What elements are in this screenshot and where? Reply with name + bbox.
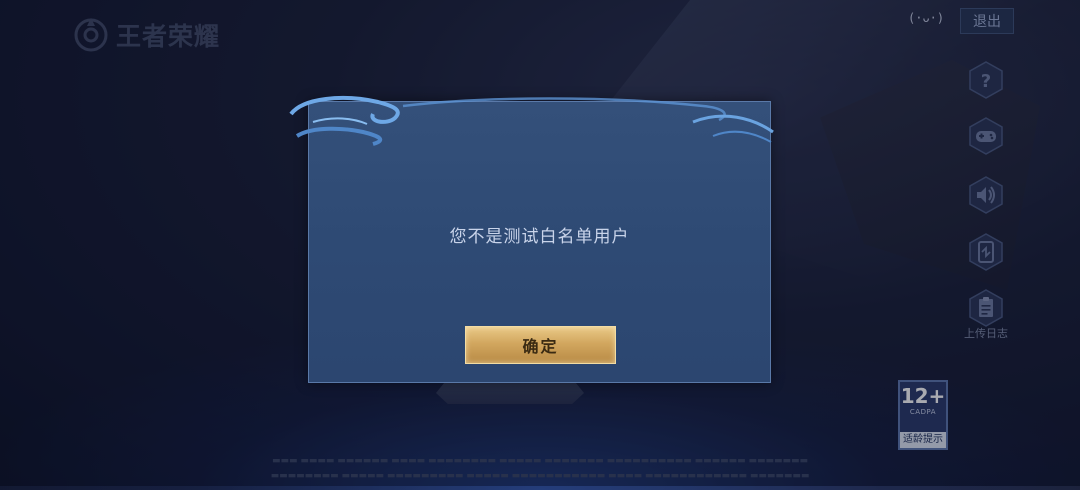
dialog-cloud-ornament-icon — [289, 96, 774, 146]
dialog-message: 您不是测试白名单用户 — [449, 227, 630, 247]
confirm-button[interactable]: 确定 — [465, 326, 616, 364]
